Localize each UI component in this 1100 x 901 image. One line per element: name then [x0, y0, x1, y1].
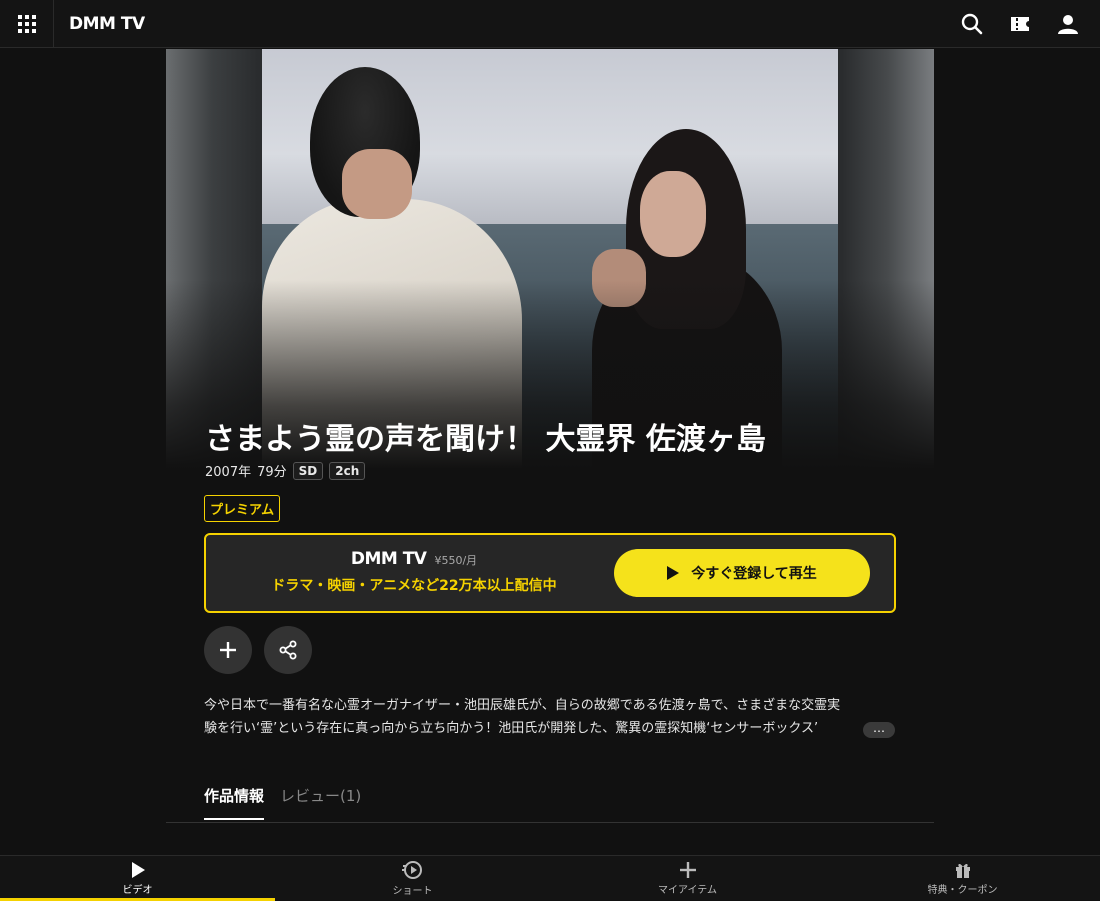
subscription-promo: DMM TV ¥550/月 ドラマ・映画・アニメなど22万本以上配信中 今すぐ登… — [204, 533, 896, 613]
promo-logo: DMM TV — [350, 549, 427, 569]
bottom-navigation: ビデオ ショート マイアイテム 特典・クーポン — [0, 855, 1100, 901]
nav-item-perks-coupons[interactable]: 特典・クーポン — [825, 856, 1100, 901]
video-title: さまよう霊の声を聞け！ 大霊界 佐渡ヶ島 — [205, 422, 766, 457]
release-year: 2007年 — [205, 465, 252, 480]
share-icon — [279, 640, 297, 660]
video-description: 今や日本で一番有名な心霊オーガナイザー・池田辰雄氏が、自らの故郷である佐渡ヶ島で… — [204, 698, 841, 736]
nav-item-video[interactable]: ビデオ — [0, 856, 275, 901]
user-icon[interactable] — [1050, 6, 1086, 42]
subscribe-play-label: 今すぐ登録して再生 — [691, 566, 817, 582]
add-to-list-button[interactable] — [204, 626, 252, 674]
promo-tagline: ドラマ・映画・アニメなど22万本以上配信中 — [271, 578, 557, 594]
plus-icon — [679, 862, 696, 878]
play-icon — [667, 566, 680, 580]
main-content: さまよう霊の声を聞け！ 大霊界 佐渡ヶ島 2007年 79分 SD 2ch プレ… — [166, 49, 934, 855]
plus-icon — [220, 642, 236, 658]
expand-description-button[interactable]: … — [863, 722, 895, 738]
hero-thumbnail — [166, 49, 934, 469]
premium-badge: プレミアム — [204, 495, 281, 522]
promo-price: ¥550/月 — [434, 554, 478, 567]
play-icon — [131, 862, 145, 878]
nav-item-my-items[interactable]: マイアイテム — [550, 856, 825, 901]
search-icon[interactable] — [954, 6, 990, 42]
nav-item-short[interactable]: ショート — [275, 856, 550, 901]
tab-reviews[interactable]: レビュー(1) — [280, 785, 361, 820]
gift-icon — [955, 863, 970, 878]
audio-badge: 2ch — [329, 461, 366, 480]
top-header: DMM TV — [0, 0, 1100, 48]
detail-tabs: 作品情報 レビュー(1) — [204, 785, 361, 820]
subscribe-play-button[interactable]: 今すぐ登録して再生 — [614, 549, 870, 597]
duration: 79分 — [257, 465, 287, 480]
short-play-icon — [401, 861, 422, 879]
quality-badge: SD — [292, 461, 324, 480]
video-meta: 2007年 79分 SD 2ch — [205, 461, 366, 480]
dmm-tv-logo[interactable]: DMM TV — [69, 14, 145, 34]
grid-menu-icon[interactable] — [0, 0, 54, 48]
share-button[interactable] — [264, 626, 312, 674]
ticket-icon[interactable] — [1002, 6, 1038, 42]
tab-work-info[interactable]: 作品情報 — [204, 785, 265, 820]
